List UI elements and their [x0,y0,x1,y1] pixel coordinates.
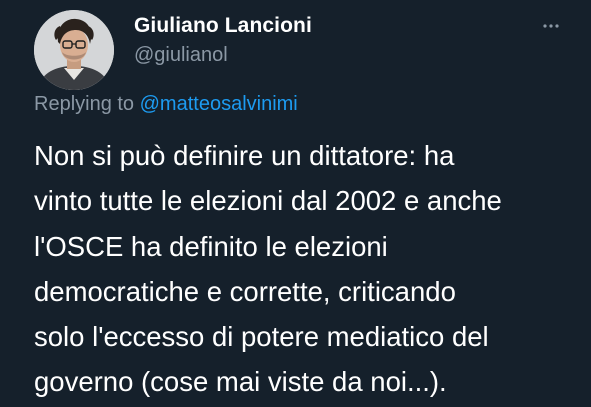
tweet-text-line: governo (cose mai viste da noi...). [34,366,447,398]
replying-to-line: Replying to @matteosalvinimi [34,93,298,116]
avatar-photo-icon [34,10,114,90]
replying-to-label: Replying to [34,93,135,115]
tweet-body: Non si può definire un dittatore: ha vin… [34,133,579,405]
tweet-card: Giuliano Lancioni @giulianol Replying to… [0,0,591,407]
more-options-icon[interactable] [536,16,566,36]
replying-to-handle-link[interactable]: @matteosalvinimi [140,93,298,115]
author-handle[interactable]: @giulianol [134,44,228,67]
tweet-text-line: solo l'eccesso di potere mediatico del [34,321,489,353]
author-display-name[interactable]: Giuliano Lancioni [134,14,312,38]
tweet-text-line: Non si può definire un dittatore: ha [34,140,455,171]
tweet-text-line: democratiche e corrette, criticando [34,275,456,307]
author-avatar[interactable] [34,10,114,90]
tweet-text-line: l'OSCE ha definito le elezioni [34,230,388,262]
tweet-text-line: vinto tutte le elezioni dal 2002 e anche [34,185,502,217]
